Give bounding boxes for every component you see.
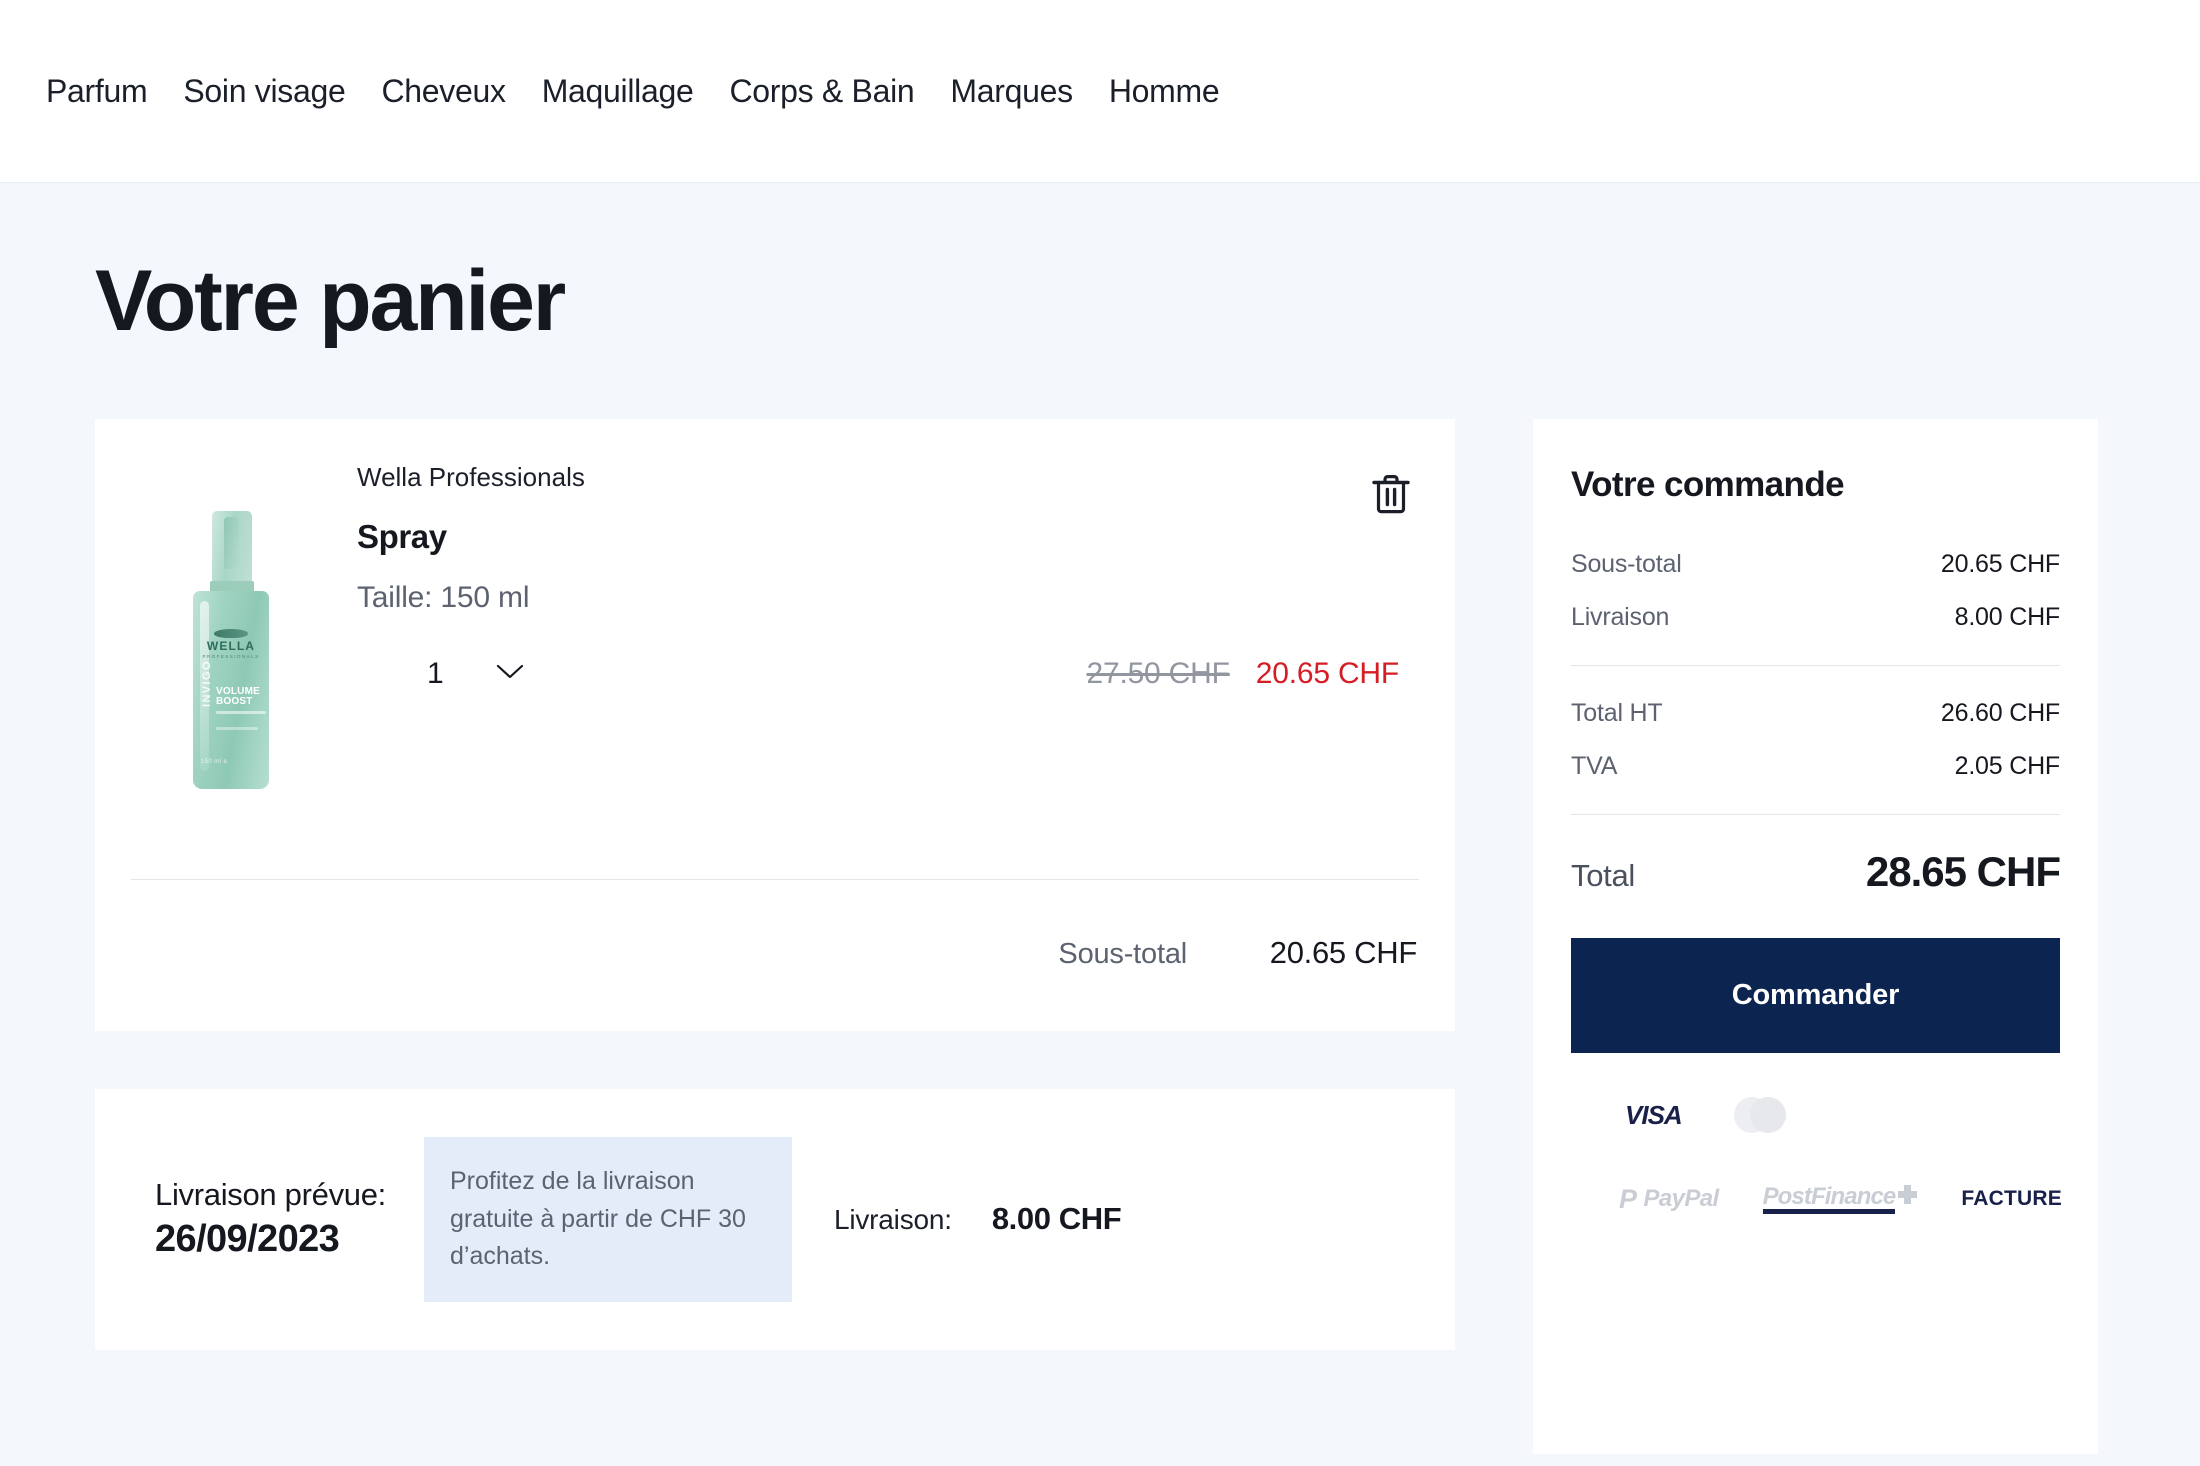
mastercard-icon — [1733, 1097, 1790, 1133]
mastercard-circle-right — [1749, 1097, 1786, 1133]
payment-methods-row-2: P PayPal PostFinance FACTURE — [1571, 1179, 2062, 1219]
bottle-line-name: INVIGO — [201, 660, 213, 707]
summary-divider-top — [1571, 665, 2060, 666]
quantity-value: 1 — [427, 657, 444, 690]
page-title: Votre panier — [95, 253, 566, 349]
delivery-cost-row: Livraison: 8.00 CHF — [833, 1201, 1122, 1237]
product-brand: Wella Professionals — [357, 462, 585, 492]
wella-wave-icon — [214, 629, 248, 638]
nav-item-maquillage[interactable]: Maquillage — [542, 75, 694, 107]
product-size: Taille: 150 ml — [357, 581, 530, 614]
price-original: 27.50 CHF — [1086, 657, 1230, 690]
chevron-down-icon — [496, 663, 524, 686]
summary-row-shipping: Livraison 8.00 CHF — [1571, 603, 2060, 632]
cart-item-card: WELLA PROFESSIONALS INVIGO VOLUME BOOST … — [95, 419, 1455, 1031]
bottle-text-line-1 — [216, 711, 266, 714]
summary-total-label: Total — [1571, 858, 1635, 893]
summary-row-total-ht: Total HT 26.60 CHF — [1571, 699, 2060, 728]
product-bottle-graphic: WELLA PROFESSIONALS INVIGO VOLUME BOOST … — [188, 511, 274, 789]
quantity-select[interactable]: 1 — [427, 659, 524, 689]
visa-icon: VISA — [1625, 1099, 1683, 1130]
summary-tva-label: TVA — [1571, 752, 1618, 780]
nav-item-cheveux[interactable]: Cheveux — [381, 75, 506, 107]
summary-column: Votre commande Sous-total 20.65 CHF Livr… — [1533, 419, 2098, 1454]
paypal-icon: P PayPal — [1619, 1184, 1719, 1215]
delivery-cost-label: Livraison: — [833, 1204, 952, 1236]
summary-row-tva: TVA 2.05 CHF — [1571, 752, 2060, 781]
item-subtotal-value: 20.65 CHF — [1269, 935, 1418, 970]
summary-subtotal-label: Sous-total — [1571, 550, 1682, 578]
summary-tva-value: 2.05 CHF — [1954, 752, 2061, 780]
bottle-nozzle — [224, 517, 239, 569]
paypal-label: PayPal — [1643, 1185, 1719, 1212]
item-subtotal-label: Sous-total — [1058, 938, 1187, 970]
delivery-card: Livraison prévue: 26/09/2023 Profitez de… — [95, 1089, 1455, 1350]
site-header: Parfum Soin visage Cheveux Maquillage Co… — [0, 0, 2200, 183]
postfinance-label: PostFinance — [1762, 1184, 1896, 1215]
nav-item-soin-visage[interactable]: Soin visage — [183, 75, 345, 107]
order-summary-title: Votre commande — [1571, 465, 1845, 504]
summary-total-ht-label: Total HT — [1571, 699, 1663, 727]
remove-item-button[interactable] — [1367, 471, 1415, 519]
delivery-cost-value: 8.00 CHF — [991, 1201, 1122, 1237]
summary-total-ht-value: 26.60 CHF — [1940, 699, 2060, 727]
nav-item-parfum[interactable]: Parfum — [46, 75, 148, 107]
cart-layout: WELLA PROFESSIONALS INVIGO VOLUME BOOST … — [0, 344, 2200, 1454]
item-subtotal-row: Sous-total 20.65 CHF — [95, 880, 1455, 1031]
page-body: Votre panier WELLA PROFESSIONALS INVIGO … — [0, 183, 2200, 1466]
payment-methods-row-1: VISA — [1571, 1095, 2060, 1135]
postfinance-icon: PostFinance — [1762, 1184, 1918, 1215]
price-group: 27.50 CHF 20.65 CHF — [1086, 657, 1419, 691]
summary-divider-bottom — [1571, 814, 2060, 815]
product-image[interactable]: WELLA PROFESSIONALS INVIGO VOLUME BOOST … — [131, 449, 331, 789]
order-summary-card: Votre commande Sous-total 20.65 CHF Livr… — [1533, 419, 2098, 1454]
bottle-brand-sub: PROFESSIONALS — [202, 654, 260, 659]
cart-line-item: WELLA PROFESSIONALS INVIGO VOLUME BOOST … — [95, 419, 1455, 789]
bottle-volume: 150 ml e — [201, 759, 228, 765]
free-shipping-note: Profitez de la livraison gratuite à part… — [423, 1137, 792, 1302]
paypal-p-glyph: P — [1619, 1183, 1637, 1214]
nav-item-marques[interactable]: Marques — [950, 75, 1073, 107]
product-details: Wella Professionals Spray Taille: 150 ml… — [331, 449, 1419, 789]
delivery-date-value: 26/09/2023 — [155, 1218, 340, 1261]
main-navigation: Parfum Soin visage Cheveux Maquillage Co… — [0, 75, 1220, 107]
summary-shipping-label: Livraison — [1571, 603, 1670, 631]
order-button[interactable]: Commander — [1571, 938, 2060, 1053]
summary-subtotal-value: 20.65 CHF — [1940, 550, 2060, 578]
quantity-price-row: 1 27.50 CHF 20.65 CHF — [357, 657, 1419, 691]
summary-total-value: 28.65 CHF — [1865, 848, 2061, 895]
trash-icon — [1371, 473, 1411, 518]
nav-item-homme[interactable]: Homme — [1109, 75, 1220, 107]
bottle-variant: VOLUME BOOST — [216, 686, 260, 708]
postfinance-cross-icon — [1898, 1185, 1918, 1205]
bottle-brand-text: WELLA — [206, 639, 256, 653]
facture-icon: FACTURE — [1961, 1187, 2062, 1210]
summary-total-row: Total 28.65 CHF — [1571, 848, 2061, 896]
price-discounted: 20.65 CHF — [1255, 657, 1399, 690]
delivery-date-label: Livraison prévue: — [155, 1176, 386, 1212]
delivery-date-block: Livraison prévue: 26/09/2023 — [133, 1174, 386, 1265]
nav-item-corps-bain[interactable]: Corps & Bain — [729, 75, 914, 107]
product-name: Spray — [357, 518, 447, 555]
bottle-text-line-2 — [216, 727, 258, 730]
summary-shipping-value: 8.00 CHF — [1954, 603, 2061, 631]
cart-column: WELLA PROFESSIONALS INVIGO VOLUME BOOST … — [95, 419, 1455, 1350]
bottle-brand-label: WELLA PROFESSIONALS — [193, 639, 269, 659]
summary-row-subtotal: Sous-total 20.65 CHF — [1571, 550, 2060, 579]
